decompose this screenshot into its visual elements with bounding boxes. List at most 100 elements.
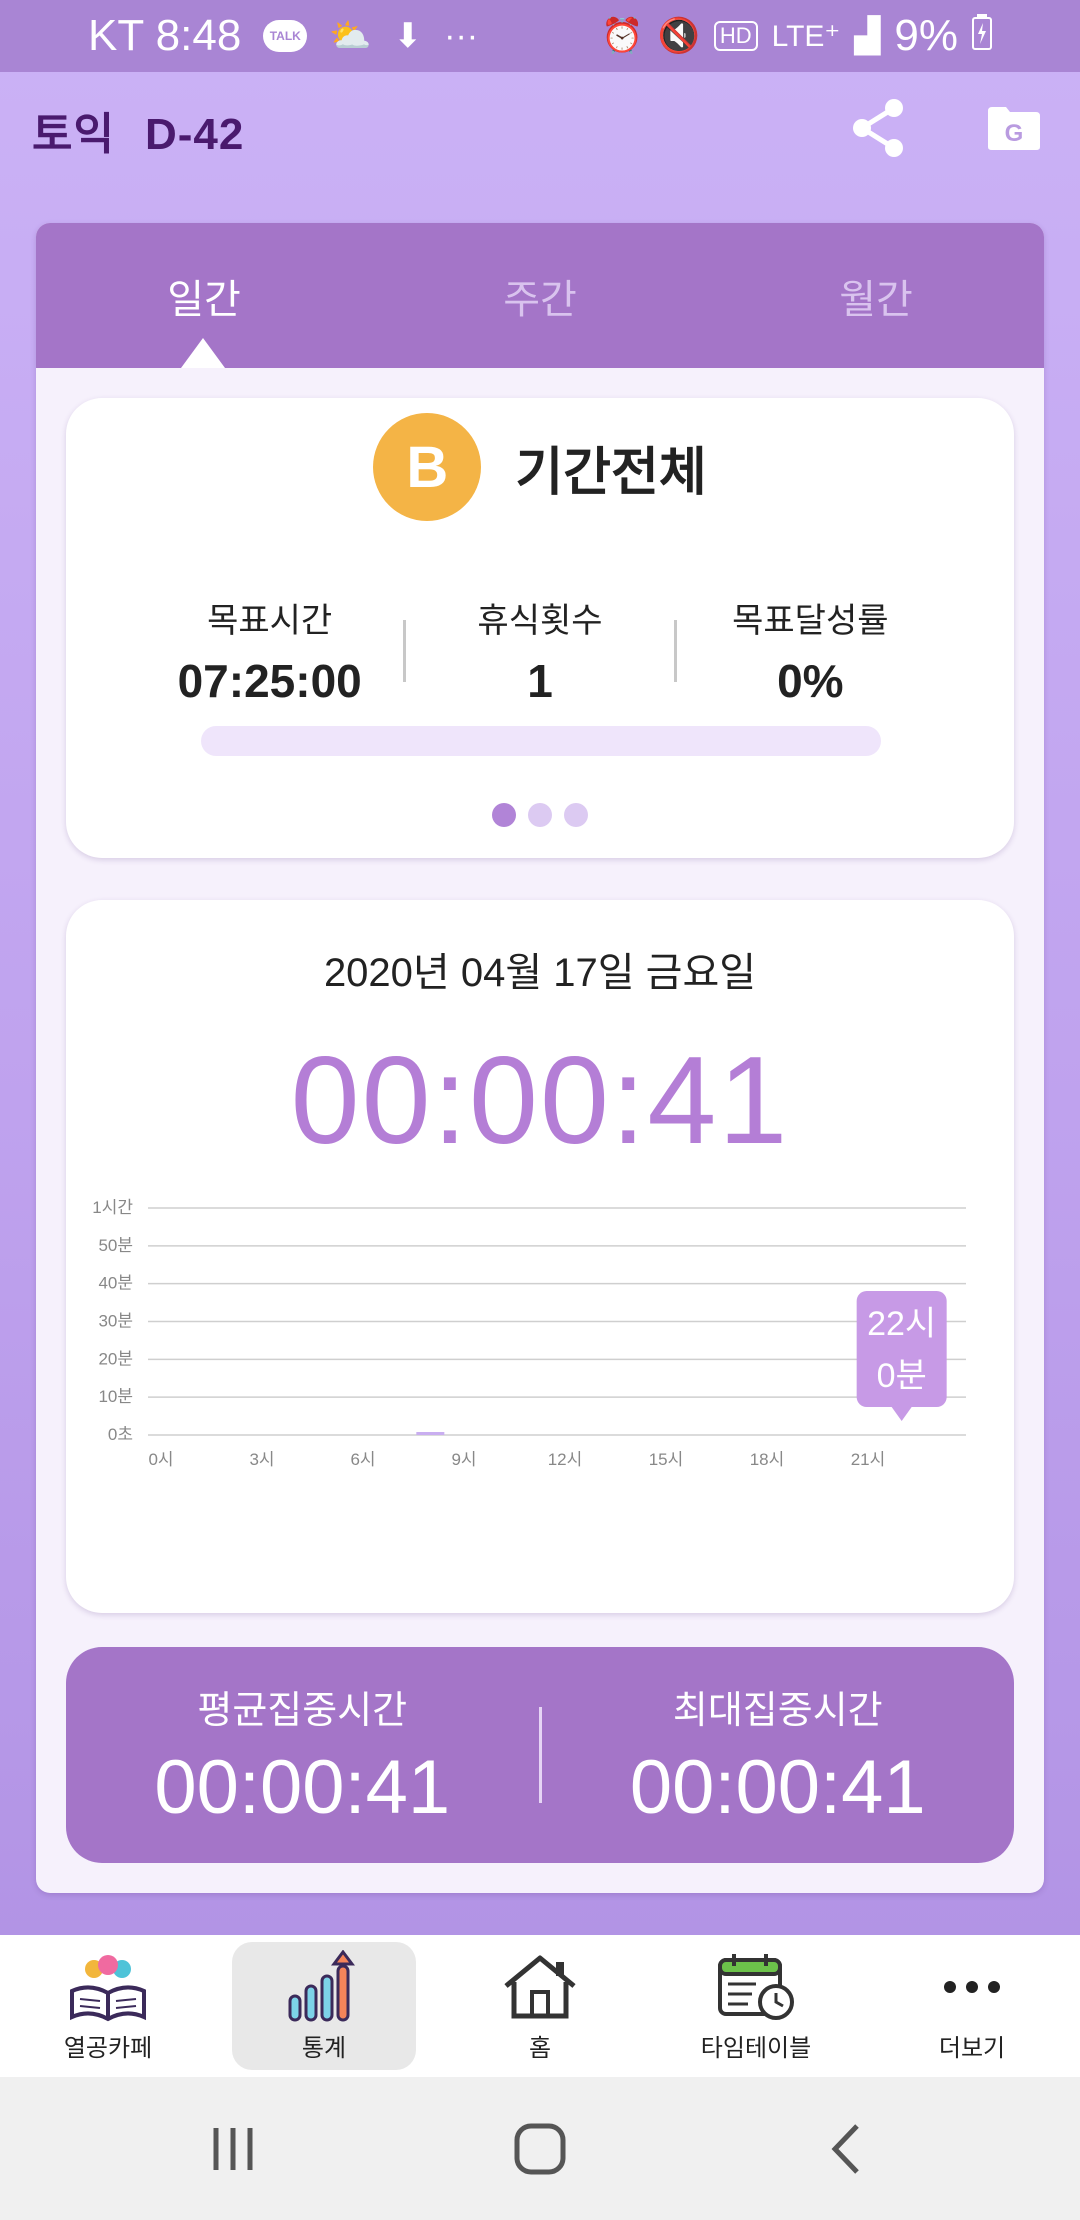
- more-icon: [942, 1950, 1002, 2024]
- weather-icon: ⛅: [329, 17, 372, 55]
- stats-panel: 일간 주간 월간 B 기간전체 목표시간 07:25:00 휴식횟수 1 목표달…: [36, 223, 1044, 1893]
- stat-break-count: 휴식횟수 1: [406, 593, 673, 708]
- page-dot[interactable]: [564, 803, 588, 827]
- battery-percent: 9%: [894, 11, 958, 60]
- share-icon[interactable]: [850, 99, 906, 157]
- mute-icon: 🔇: [657, 17, 700, 55]
- tab-monthly[interactable]: 월간: [708, 223, 1044, 368]
- nav-home[interactable]: 홈: [448, 1942, 632, 2070]
- x-tick-label: 0시: [148, 1450, 173, 1469]
- y-tick-label: 0초: [108, 1425, 133, 1444]
- daily-card: 2020년 04월 17일 금요일 00:00:41 0초 10분 20분 30분 40…: [66, 900, 1014, 1613]
- back-button[interactable]: [787, 2099, 907, 2199]
- status-left: KT 8:48 TALK ⛅ ⬇ ···: [88, 11, 478, 61]
- tab-label: 일간: [167, 277, 241, 322]
- stat-label: 휴식횟수: [477, 602, 603, 640]
- x-tick-label: 18시: [750, 1450, 785, 1469]
- overflow-icon: ···: [444, 16, 479, 55]
- date-label: 2020년 04월 17일 금요일: [323, 951, 757, 995]
- nav-label: 열공카페: [63, 2034, 153, 2062]
- period-tabs: 일간 주간 월간: [36, 223, 1044, 368]
- x-tick-label: 6시: [350, 1450, 375, 1469]
- page-dot[interactable]: [528, 803, 552, 827]
- nav-timetable[interactable]: 타임테이블: [664, 1942, 848, 2070]
- average-focus: 평균집중시간 00:00:41: [66, 1679, 539, 1831]
- nav-more[interactable]: 더보기: [880, 1942, 1064, 2070]
- tab-indicator: [181, 338, 225, 368]
- network-type: LTE⁺: [771, 19, 841, 53]
- y-tick-label: 50분: [98, 1236, 133, 1255]
- x-tick-label: 9시: [451, 1450, 476, 1469]
- nav-label: 통계: [301, 2034, 347, 2062]
- stat-achievement-rate: 목표달성률 0%: [677, 593, 944, 708]
- header-actions: G: [850, 99, 1042, 157]
- period-label: 기간전체: [515, 443, 707, 502]
- bottom-nav: 열공카페 통계 홈 타임테이블 더보기: [0, 1935, 1080, 2077]
- stat-value: 0%: [777, 655, 844, 707]
- y-tick-label: 1시간: [92, 1198, 133, 1217]
- grade-badge: B: [373, 413, 482, 521]
- tab-label: 월간: [839, 277, 913, 322]
- signal-icon: ▟: [854, 17, 881, 55]
- home-button[interactable]: [480, 2099, 600, 2199]
- stat-value: 07:25:00: [177, 655, 362, 707]
- max-focus: 최대집중시간 00:00:41: [542, 1679, 1015, 1831]
- tab-label: 주간: [503, 277, 577, 322]
- y-tick-label: 20분: [98, 1349, 133, 1368]
- average-focus-value: 00:00:41: [154, 1745, 451, 1830]
- nav-stats[interactable]: 통계: [232, 1942, 416, 2070]
- focus-card: 평균집중시간 00:00:41 최대집중시간 00:00:41: [66, 1647, 1014, 1863]
- status-bar: KT 8:48 TALK ⛅ ⬇ ··· ⏰ 🔇 HD LTE⁺ ▟ 9%: [0, 0, 1080, 72]
- recent-apps-button[interactable]: [173, 2099, 293, 2199]
- hour-bar: [416, 1432, 445, 1435]
- battery-icon: [972, 11, 992, 61]
- stats-row: 목표시간 07:25:00 휴식횟수 1 목표달성률 0%: [136, 593, 944, 708]
- y-tick-label: 10분: [98, 1387, 133, 1406]
- total-study-time: 00:00:41: [290, 1032, 790, 1170]
- grade-row: B 기간전체: [66, 413, 1014, 521]
- stats-icon: [284, 1949, 364, 2024]
- stat-goal-time: 목표시간 07:25:00: [136, 593, 403, 708]
- tab-weekly[interactable]: 주간: [372, 223, 708, 368]
- x-tick-label: 12시: [548, 1450, 583, 1469]
- stat-label: 목표달성률: [732, 602, 889, 640]
- kakaotalk-icon: TALK: [263, 20, 308, 52]
- y-tick-label: 30분: [98, 1312, 133, 1331]
- x-tick-label: 3시: [249, 1450, 274, 1469]
- system-nav: [0, 2077, 1080, 2220]
- y-tick-label: 40분: [98, 1274, 133, 1293]
- google-drive-icon[interactable]: G: [986, 100, 1042, 156]
- stat-value: 1: [527, 655, 553, 707]
- page-indicator: [66, 803, 1014, 827]
- tooltip-pointer: [891, 1407, 912, 1421]
- stat-label: 목표시간: [207, 602, 333, 640]
- timetable-icon: [716, 1950, 796, 2024]
- max-focus-label: 최대집중시간: [672, 1690, 883, 1732]
- tooltip-hour: 22시: [867, 1305, 936, 1343]
- goal-progress-bar: [201, 726, 881, 756]
- nav-label: 타임테이블: [700, 2034, 812, 2062]
- app-header: 토익 D-42 G: [0, 72, 1080, 187]
- alarm-icon: ⏰: [601, 17, 644, 55]
- exam-name: 토익: [32, 109, 115, 159]
- max-focus-value: 00:00:41: [629, 1745, 926, 1830]
- svg-text:G: G: [1005, 120, 1024, 147]
- dday-count: D-42: [144, 109, 245, 159]
- tooltip-value: 0분: [877, 1357, 927, 1395]
- study-cafe-icon: [68, 1950, 148, 2024]
- hd-voice-icon: HD: [713, 21, 758, 51]
- page-title: 토익 D-42: [32, 98, 244, 162]
- nav-study-cafe[interactable]: 열공카페: [16, 1942, 200, 2070]
- average-focus-label: 평균집중시간: [197, 1690, 408, 1732]
- download-icon: ⬇: [393, 17, 423, 55]
- hourly-chart[interactable]: 0초 10분 20분 30분 40분 50분 1시간 0시 3시 6시 9시 12시 15시 18시 21시…: [66, 1190, 1014, 1490]
- x-tick-label: 21시: [851, 1450, 886, 1469]
- nav-label: 더보기: [938, 2034, 1006, 2062]
- summary-card[interactable]: B 기간전체 목표시간 07:25:00 휴식횟수 1 목표달성률 0%: [66, 398, 1014, 858]
- x-tick-label: 15시: [649, 1450, 684, 1469]
- page-dot[interactable]: [492, 803, 516, 827]
- carrier-time: KT 8:48: [88, 11, 242, 60]
- status-right: ⏰ 🔇 HD LTE⁺ ▟ 9%: [601, 11, 992, 61]
- home-icon: [500, 1950, 580, 2024]
- nav-label: 홈: [528, 2034, 552, 2062]
